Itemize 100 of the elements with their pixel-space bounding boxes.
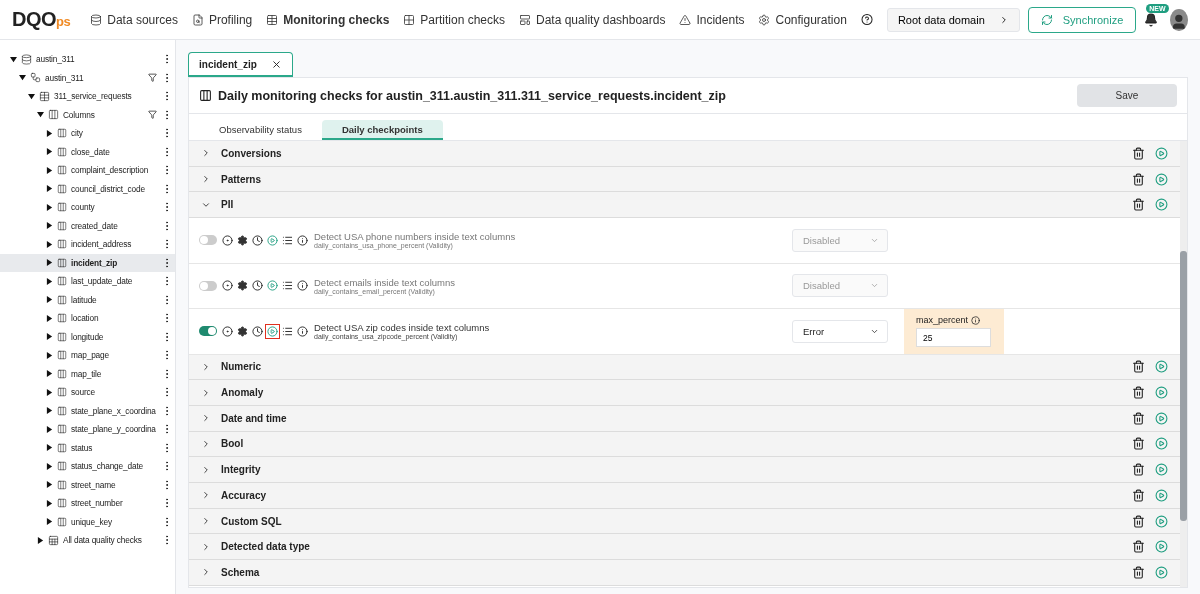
delete-icon[interactable] — [1132, 411, 1145, 425]
caret-icon[interactable] — [46, 129, 53, 137]
caret-icon[interactable] — [10, 55, 17, 63]
caret-icon[interactable] — [46, 370, 53, 378]
category-row[interactable]: Patterns — [189, 166, 1180, 193]
run-icon[interactable] — [1155, 488, 1168, 502]
run-icon[interactable] — [1155, 146, 1168, 160]
run-icon[interactable] — [265, 323, 280, 339]
caret-icon[interactable] — [46, 481, 53, 489]
tree-item[interactable]: austin_311 — [0, 68, 175, 87]
tree-item[interactable]: latitude — [0, 290, 175, 309]
help-icon[interactable] — [860, 12, 873, 27]
editor-tab[interactable]: incident_zip — [188, 52, 293, 77]
delete-icon[interactable] — [1132, 437, 1145, 451]
tree-item[interactable]: map_tile — [0, 364, 175, 383]
run-icon[interactable] — [1155, 172, 1168, 186]
caret-icon[interactable] — [46, 407, 53, 415]
caret-icon[interactable] — [46, 148, 53, 156]
tab[interactable]: Daily checkpoints — [321, 120, 443, 140]
delete-icon[interactable] — [1132, 386, 1145, 400]
logo[interactable]: DQOps — [12, 8, 71, 31]
bell-icon[interactable] — [1144, 12, 1159, 27]
severity-select[interactable]: Error — [792, 319, 888, 343]
chevron-icon[interactable] — [201, 516, 211, 527]
clock-icon[interactable] — [250, 323, 265, 339]
category-row[interactable]: Conversions — [189, 141, 1180, 167]
target-icon[interactable] — [220, 323, 235, 339]
caret-icon[interactable] — [46, 425, 53, 433]
tree-item[interactable]: created_date — [0, 216, 175, 235]
category-row[interactable]: Integrity — [189, 457, 1180, 483]
caret-icon[interactable] — [46, 444, 53, 452]
caret-icon[interactable] — [46, 388, 53, 396]
category-row[interactable]: PII — [189, 192, 1180, 219]
tree-item[interactable]: complaint_description — [0, 161, 175, 180]
run-icon[interactable] — [1155, 565, 1168, 579]
caret-icon[interactable] — [28, 92, 35, 100]
toggle-switch[interactable] — [199, 235, 217, 246]
category-row[interactable]: Custom SQL — [189, 508, 1180, 535]
tree-item[interactable]: status — [0, 438, 175, 457]
chevron-icon[interactable] — [201, 464, 211, 475]
tree-item[interactable]: council_district_code — [0, 179, 175, 198]
tree-item[interactable]: city — [0, 124, 175, 143]
caret-icon[interactable] — [46, 314, 53, 322]
tree-item[interactable]: longitude — [0, 327, 175, 346]
tree-item[interactable]: county — [0, 198, 175, 217]
chevron-icon[interactable] — [201, 438, 211, 449]
chevron-icon[interactable] — [201, 174, 211, 185]
nav-link[interactable]: Partition checks — [403, 12, 505, 27]
delete-icon[interactable] — [1132, 565, 1145, 579]
filter-icon[interactable] — [148, 110, 157, 120]
avatar[interactable] — [1170, 8, 1188, 31]
caret-icon[interactable] — [46, 185, 53, 193]
caret-icon[interactable] — [46, 333, 53, 341]
caret-icon[interactable] — [46, 499, 53, 507]
caret-icon[interactable] — [37, 111, 44, 119]
run-icon[interactable] — [1155, 514, 1168, 528]
category-row[interactable]: Anomaly — [189, 380, 1180, 406]
caret-icon[interactable] — [37, 536, 44, 544]
tree-item[interactable]: close_date — [0, 142, 175, 161]
info-icon[interactable] — [295, 278, 310, 294]
category-row[interactable]: Numeric — [189, 354, 1180, 381]
toggle-switch[interactable] — [199, 280, 217, 291]
info-icon[interactable] — [971, 315, 981, 325]
delete-icon[interactable] — [1132, 172, 1145, 186]
caret-icon[interactable] — [46, 462, 53, 470]
delete-icon[interactable] — [1132, 514, 1145, 528]
chevron-icon[interactable] — [201, 387, 211, 398]
chevron-icon[interactable] — [201, 541, 211, 552]
filter-icon[interactable] — [148, 73, 157, 83]
nav-link[interactable]: Data sources — [90, 12, 178, 27]
caret-icon[interactable] — [46, 277, 53, 285]
clock-icon[interactable] — [250, 278, 265, 294]
category-row[interactable]: Accuracy — [189, 483, 1180, 509]
tree-item[interactable]: map_page — [0, 346, 175, 365]
run-icon[interactable] — [1155, 463, 1168, 477]
tree-item[interactable]: status_change_date — [0, 457, 175, 476]
tree-item[interactable]: austin_311 — [0, 50, 175, 69]
category-row[interactable]: Bool — [189, 431, 1180, 458]
tree-item[interactable]: unique_key — [0, 512, 175, 531]
toggle-switch[interactable] — [199, 326, 217, 337]
nav-link[interactable]: Data quality dashboards — [519, 12, 666, 27]
nav-link[interactable]: Configuration — [758, 12, 847, 27]
close-icon[interactable] — [270, 58, 282, 70]
tree-item[interactable]: incident_address — [0, 235, 175, 254]
run-icon[interactable] — [1155, 437, 1168, 451]
tree-item[interactable]: last_update_date — [0, 272, 175, 291]
delete-icon[interactable] — [1132, 360, 1145, 374]
domain-button[interactable]: Root data domain — [886, 7, 1020, 32]
chevron-icon[interactable] — [201, 567, 211, 578]
nav-link[interactable]: Profiling — [191, 12, 253, 27]
chevron-icon[interactable] — [201, 413, 211, 424]
info-icon[interactable] — [295, 323, 310, 339]
category-row[interactable]: Date and time — [189, 405, 1180, 432]
tree-item[interactable]: street_name — [0, 475, 175, 494]
nav-link[interactable]: Incidents — [679, 12, 745, 27]
run-icon[interactable] — [1155, 360, 1168, 374]
delete-icon[interactable] — [1132, 463, 1145, 477]
tree-item[interactable]: source — [0, 383, 175, 402]
info-icon[interactable] — [295, 232, 310, 248]
input-field[interactable]: 25 — [916, 328, 991, 348]
